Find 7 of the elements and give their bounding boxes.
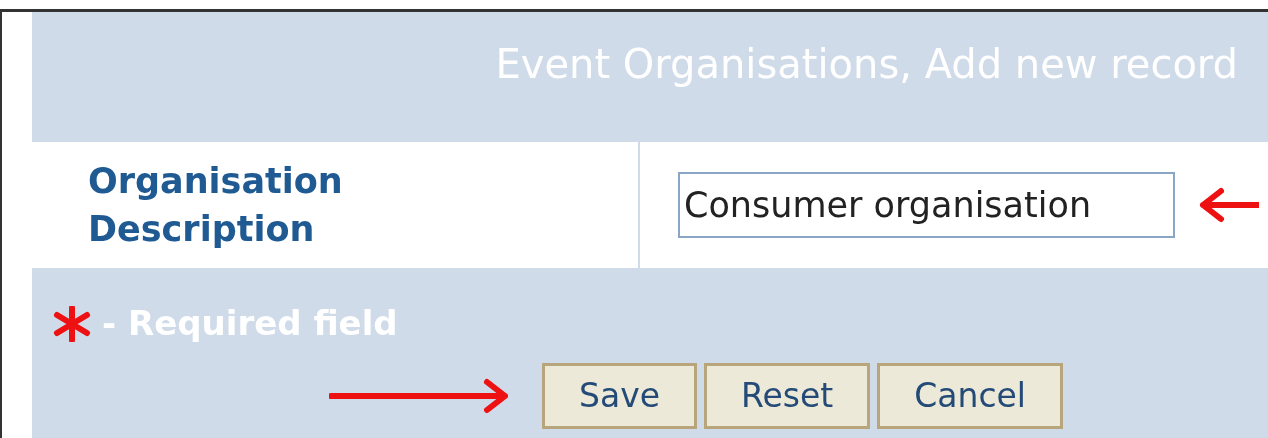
form-button[interactable]: Cancel (877, 363, 1063, 429)
text-field[interactable]: Consumer organisation (678, 172, 1175, 238)
pointer-arrow (1199, 187, 1259, 223)
form-button[interactable]: Reset (704, 363, 871, 429)
field-label: Organisation Description (88, 160, 344, 251)
asterisk-icon (52, 305, 92, 342)
form-button[interactable]: Save (542, 363, 697, 429)
